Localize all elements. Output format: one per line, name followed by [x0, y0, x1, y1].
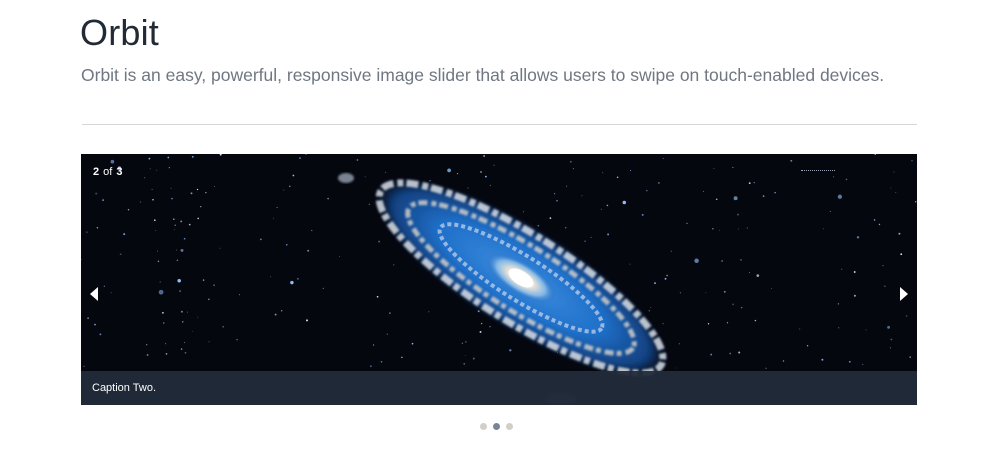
slide-counter: 2 of 3 [93, 166, 122, 178]
page-title: Orbit [80, 12, 160, 53]
slide-caption: Caption Two. [92, 382, 157, 394]
slide-bullet-1[interactable] [480, 423, 487, 430]
slide-bullets [480, 423, 513, 430]
slide-caption-bar: Caption Two. [81, 371, 917, 405]
next-slide-button[interactable] [891, 282, 915, 306]
slide-bullet-2[interactable] [493, 423, 500, 430]
triangle-right-icon [900, 287, 908, 301]
slide-bullet-3[interactable] [506, 423, 513, 430]
image-slider[interactable]: 2 of 3 Caption Two. [81, 154, 917, 405]
slide-counter-of: of [103, 166, 113, 178]
divider [82, 124, 917, 125]
galaxy-slide-image[interactable] [81, 154, 917, 405]
slide-timer[interactable] [801, 170, 835, 174]
triangle-left-icon [90, 287, 98, 301]
previous-slide-button[interactable] [83, 282, 107, 306]
orbit-page: Orbit Orbit is an easy, powerful, respon… [0, 0, 1000, 471]
total-slides-number: 3 [116, 166, 123, 178]
current-slide-number: 2 [93, 166, 100, 178]
page-subtitle: Orbit is an easy, powerful, responsive i… [81, 65, 885, 85]
